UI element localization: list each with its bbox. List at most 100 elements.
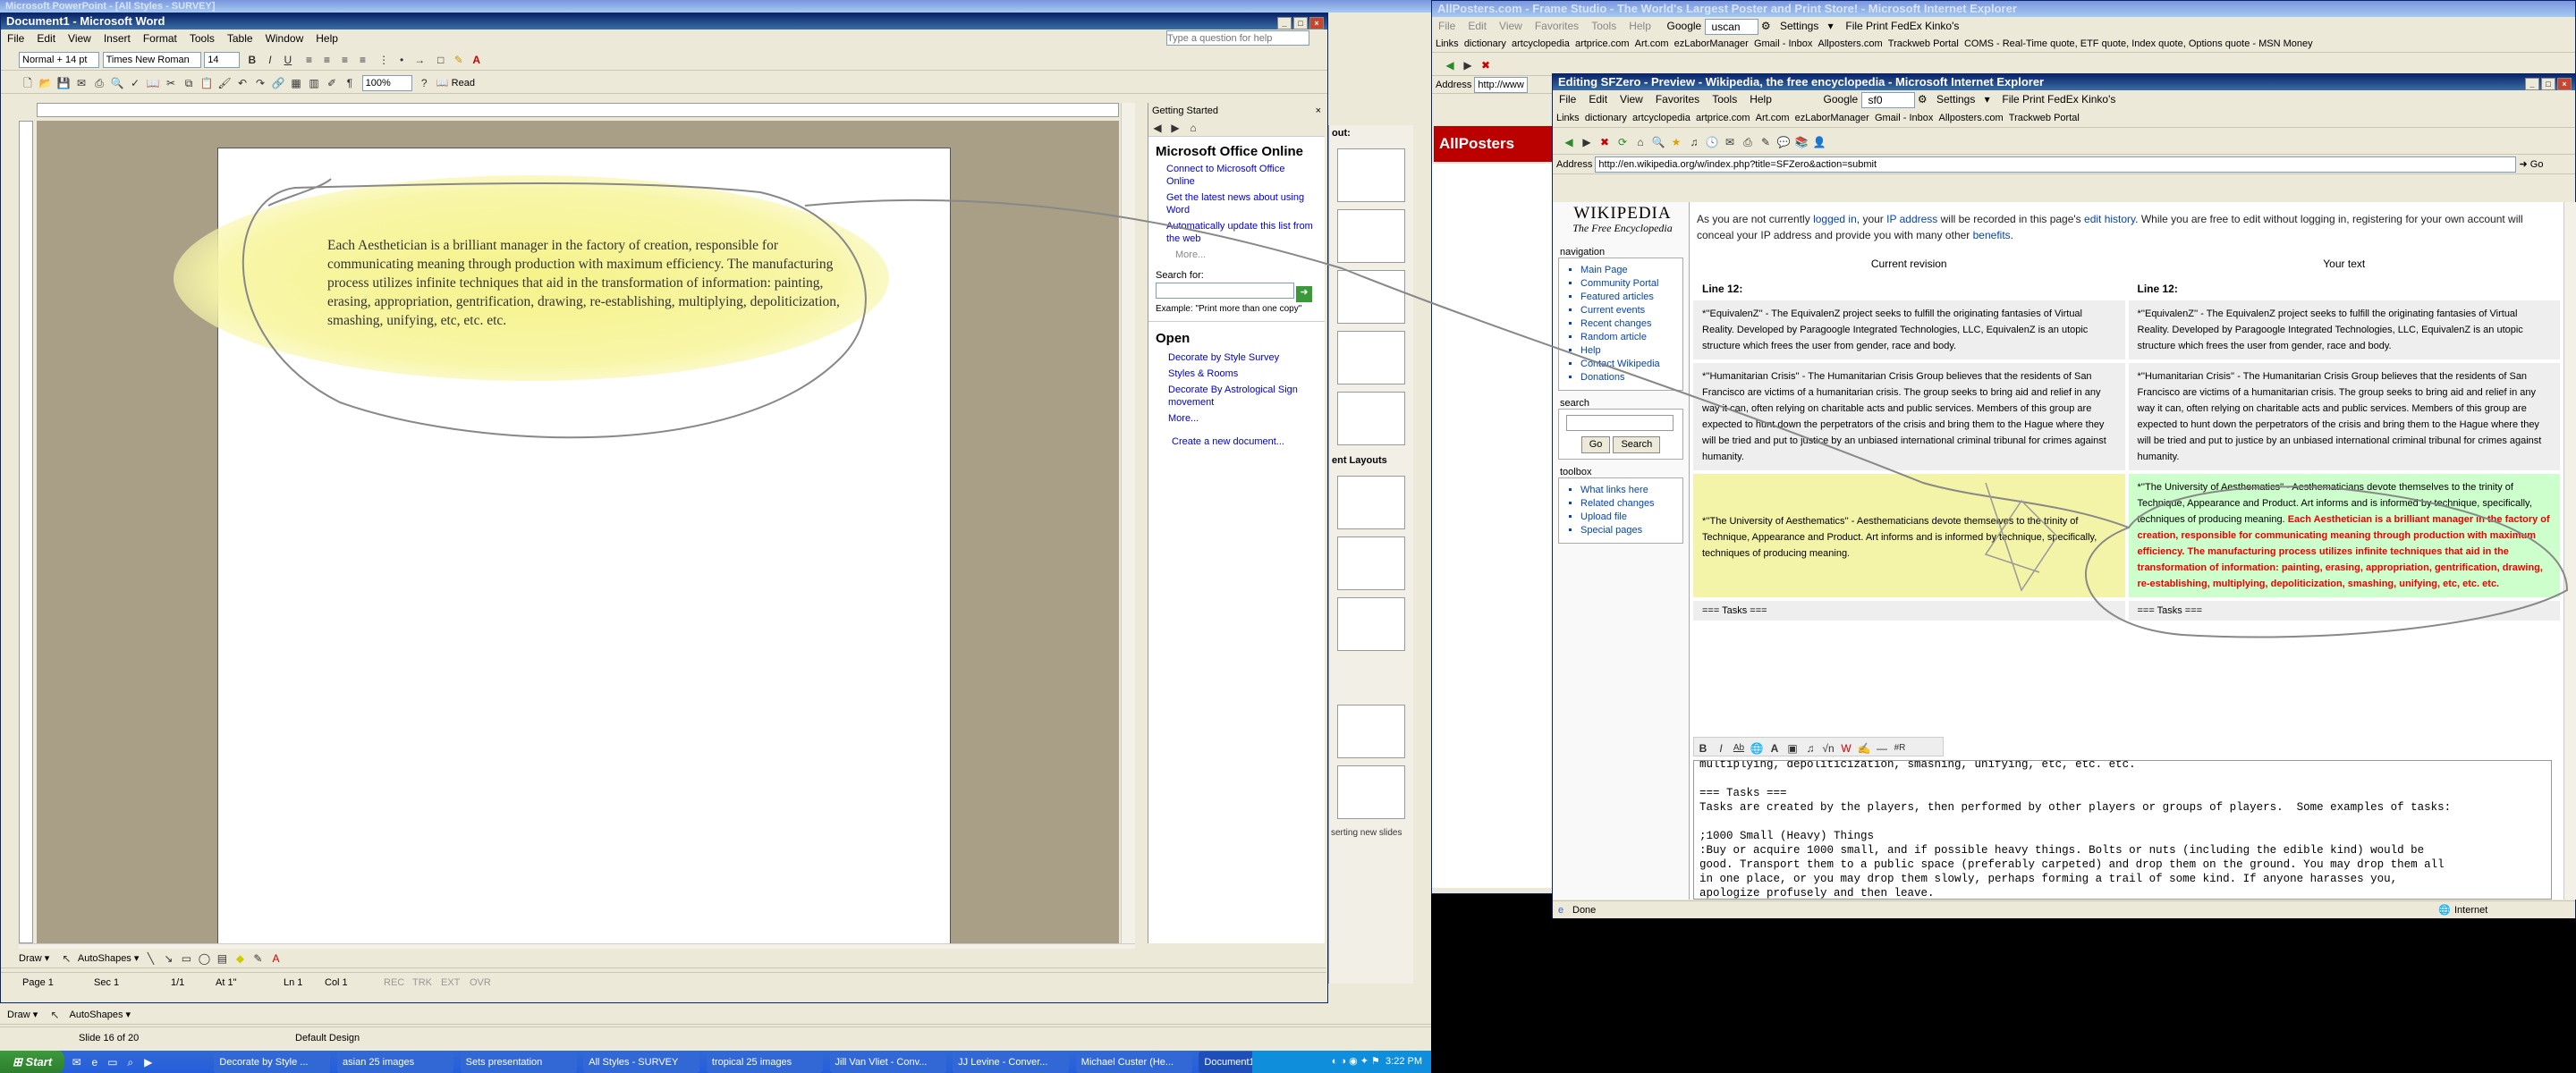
border-icon[interactable]: □ (432, 51, 450, 69)
tool-upload-file[interactable]: Upload file (1580, 511, 1675, 524)
search-icon[interactable]: 🔍 (1649, 133, 1667, 151)
style-combo[interactable]: Normal + 14 pt (19, 51, 99, 68)
italic-icon[interactable]: I (261, 51, 279, 69)
back-icon[interactable]: ◀ (1560, 133, 1578, 151)
discuss-icon[interactable]: 💬 (1775, 133, 1792, 151)
select-arrow-icon[interactable]: ↖ (46, 1006, 64, 1024)
maximize-icon[interactable]: □ (1293, 17, 1308, 30)
stop-icon[interactable]: ✖ (1477, 56, 1495, 74)
taskbar-item[interactable]: Jill Van Vliet - Conv... (829, 1051, 946, 1073)
nav-current-events[interactable]: Current events (1580, 304, 1675, 317)
menu-view[interactable]: View (62, 30, 97, 47)
nav-recent-changes[interactable]: Recent changes (1580, 317, 1675, 331)
taskbar-item[interactable]: asian 25 images (337, 1051, 454, 1073)
permission-icon[interactable]: ✉ (72, 74, 90, 92)
menu-file[interactable]: File (1553, 90, 1582, 108)
status-rec[interactable]: REC (384, 973, 404, 993)
allposters-logo[interactable]: AllPosters (1434, 126, 1555, 162)
align-right-icon[interactable]: ≡ (336, 51, 354, 69)
forward-icon[interactable]: ▶ (1578, 133, 1596, 151)
nav-donations[interactable]: Donations (1580, 371, 1675, 384)
link-art-com[interactable]: Art.com (1756, 113, 1790, 123)
status-trk[interactable]: TRK (412, 973, 432, 993)
menu-file[interactable]: File (1, 30, 30, 47)
layout-thumb[interactable] (1337, 705, 1405, 758)
settings-button[interactable]: Settings (1930, 90, 1981, 108)
vertical-scrollbar[interactable] (1121, 103, 1135, 943)
login-link[interactable]: logged in (1813, 213, 1857, 225)
menu-view[interactable]: View (1614, 90, 1649, 108)
status-ovr[interactable]: OVR (470, 973, 491, 993)
line-icon[interactable]: ╲ (141, 950, 159, 967)
outlook-icon[interactable]: ✉ (68, 1053, 86, 1071)
link-art-com[interactable]: Art.com (1635, 38, 1669, 49)
menu-help[interactable]: Help (1623, 17, 1657, 35)
layout-thumb[interactable] (1337, 765, 1405, 819)
layout-thumb[interactable] (1337, 331, 1405, 384)
link-dictionary[interactable]: dictionary (1464, 38, 1506, 49)
save-icon[interactable]: 💾 (55, 74, 72, 92)
layout-thumb[interactable] (1337, 392, 1405, 445)
wikitext-editor[interactable]: multiplying, depoliticization, smashing,… (1693, 760, 2552, 900)
link-allposters[interactable]: Allposters.com (1939, 113, 2004, 123)
menu-edit[interactable]: Edit (30, 30, 62, 47)
tool-related-changes[interactable]: Related changes (1580, 497, 1675, 511)
link-ezlabormanager[interactable]: ezLaborManager (1674, 38, 1749, 49)
bold-icon[interactable]: B (1694, 739, 1712, 756)
refresh-icon[interactable]: ⟳ (1614, 133, 1631, 151)
print-icon[interactable]: ⎙ (90, 74, 108, 92)
task-link[interactable]: Get the latest news about using Word (1166, 191, 1314, 216)
textbox-icon[interactable]: ▤ (213, 950, 231, 967)
go-arrow-icon[interactable]: ➜ (1296, 285, 1312, 302)
open-icon[interactable]: 📂 (37, 74, 55, 92)
autoshapes-menu[interactable]: AutoShapes (78, 953, 131, 964)
open-file-link[interactable]: Decorate by Style Survey (1168, 351, 1314, 364)
print-preview-icon[interactable]: 🔍 (108, 74, 126, 92)
draw-menu[interactable]: Draw (19, 953, 42, 964)
research-icon[interactable]: 📖 (144, 74, 162, 92)
image-icon[interactable]: ▣ (1784, 739, 1801, 756)
indent-icon[interactable]: → (411, 51, 428, 69)
nav-random-article[interactable]: Random article (1580, 331, 1675, 344)
read-button[interactable]: 📖 Read (436, 78, 475, 89)
menu-view[interactable]: View (1493, 17, 1529, 35)
tray-icon[interactable]: ◐ ◑ ◉ ✦ ⚑ (1332, 1056, 1380, 1067)
layout-thumb[interactable] (1337, 476, 1405, 529)
font-color-icon[interactable]: A (267, 950, 284, 967)
justify-icon[interactable]: ≡ (354, 51, 372, 69)
wiki-go-button[interactable]: Go (1580, 436, 1611, 453)
close-icon[interactable]: × (1309, 17, 1324, 30)
bold-icon[interactable]: B (243, 51, 261, 69)
forward-icon[interactable]: ▶ (1459, 56, 1477, 74)
print-icon[interactable]: ⎙ (1739, 133, 1757, 151)
link-allposters[interactable]: Allposters.com (1818, 38, 1883, 49)
taskbar-item[interactable]: Decorate by Style ... (214, 1051, 331, 1073)
math-icon[interactable]: √n (1819, 739, 1837, 756)
highlight-icon[interactable]: ✎ (450, 51, 468, 69)
menu-format[interactable]: Format (137, 30, 183, 47)
menu-help[interactable]: Help (309, 30, 344, 47)
forward-icon[interactable]: ▶ (1166, 119, 1184, 137)
menu-file[interactable]: File (1432, 17, 1462, 35)
back-icon[interactable]: ◀ (1148, 119, 1166, 137)
new-icon[interactable]: 🗋 (19, 74, 37, 92)
nowiki-icon[interactable]: W (1837, 739, 1855, 756)
fill-color-icon[interactable]: ◆ (231, 950, 249, 967)
menu-edit[interactable]: Edit (1462, 17, 1493, 35)
nav-featured-articles[interactable]: Featured articles (1580, 291, 1675, 304)
ask-question-input[interactable] (1166, 30, 1309, 46)
nav-help[interactable]: Help (1580, 344, 1675, 358)
menu-window[interactable]: Window (259, 30, 310, 47)
open-file-link[interactable]: Decorate By Astrological Sign movement (1168, 384, 1314, 409)
link-trackweb[interactable]: Trackweb Portal (2009, 113, 2080, 123)
hr-icon[interactable]: — (1873, 739, 1891, 756)
layout-thumb[interactable] (1337, 597, 1405, 651)
wikipedia-logo[interactable]: WIKIPEDIA The Free Encyclopedia (1560, 204, 1685, 236)
line-color-icon[interactable]: ✎ (249, 950, 267, 967)
show-hide-icon[interactable]: ¶ (341, 74, 359, 92)
task-link[interactable]: Automatically update this list from the … (1166, 220, 1314, 245)
minimize-icon[interactable]: _ (2525, 78, 2539, 90)
research-icon[interactable]: 📚 (1792, 133, 1810, 151)
menu-help[interactable]: Help (1743, 90, 1778, 108)
home-icon[interactable]: ⌂ (1631, 133, 1649, 151)
